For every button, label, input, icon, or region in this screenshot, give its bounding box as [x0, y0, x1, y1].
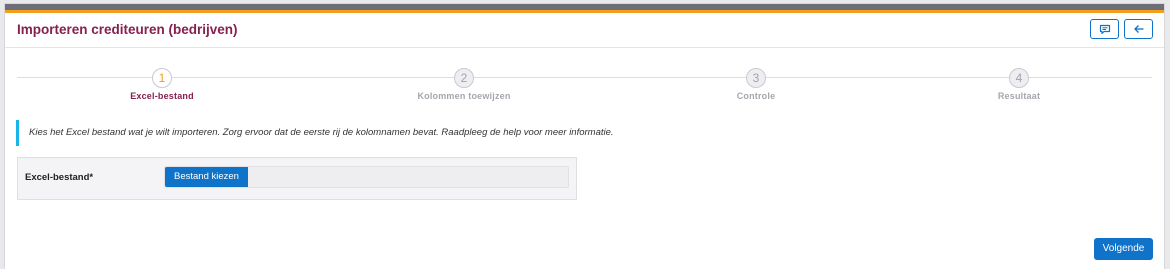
panel-header: Importeren crediteuren (bedrijven): [5, 13, 1164, 48]
info-callout: Kies het Excel bestand wat je wilt impor…: [16, 120, 819, 146]
comment-button[interactable]: [1090, 19, 1119, 39]
step-excel-bestand[interactable]: 1 Excel-bestand: [82, 68, 242, 101]
back-button[interactable]: [1124, 19, 1153, 39]
info-text: Kies het Excel bestand wat je wilt impor…: [29, 127, 614, 138]
step-number: 2: [454, 68, 474, 88]
step-label: Kolommen toewijzen: [417, 91, 511, 101]
step-label: Resultaat: [997, 91, 1041, 101]
step-number: 4: [1009, 68, 1029, 88]
upload-form: Excel-bestand* Bestand kiezen: [17, 157, 577, 200]
comment-icon: [1099, 24, 1111, 35]
step-controle[interactable]: 3 Controle: [676, 68, 836, 101]
step-number: 3: [746, 68, 766, 88]
file-input[interactable]: Bestand kiezen: [164, 166, 569, 188]
excel-file-label: Excel-bestand*: [25, 172, 94, 183]
step-number: 1: [152, 68, 172, 88]
step-label: Controle: [736, 91, 776, 101]
step-resultaat[interactable]: 4 Resultaat: [939, 68, 1099, 101]
page-title: Importeren crediteuren (bedrijven): [17, 22, 238, 37]
arrow-left-icon: [1133, 24, 1145, 34]
step-kolommen-toewijzen[interactable]: 2 Kolommen toewijzen: [384, 68, 544, 101]
choose-file-button[interactable]: Bestand kiezen: [165, 167, 248, 187]
next-button[interactable]: Volgende: [1094, 238, 1153, 260]
import-panel: Importeren crediteuren (bedrijven) 1 Exc…: [4, 3, 1165, 269]
stepper: 1 Excel-bestand 2 Kolommen toewijzen 3 C…: [17, 68, 1152, 108]
step-label: Excel-bestand: [130, 91, 194, 101]
